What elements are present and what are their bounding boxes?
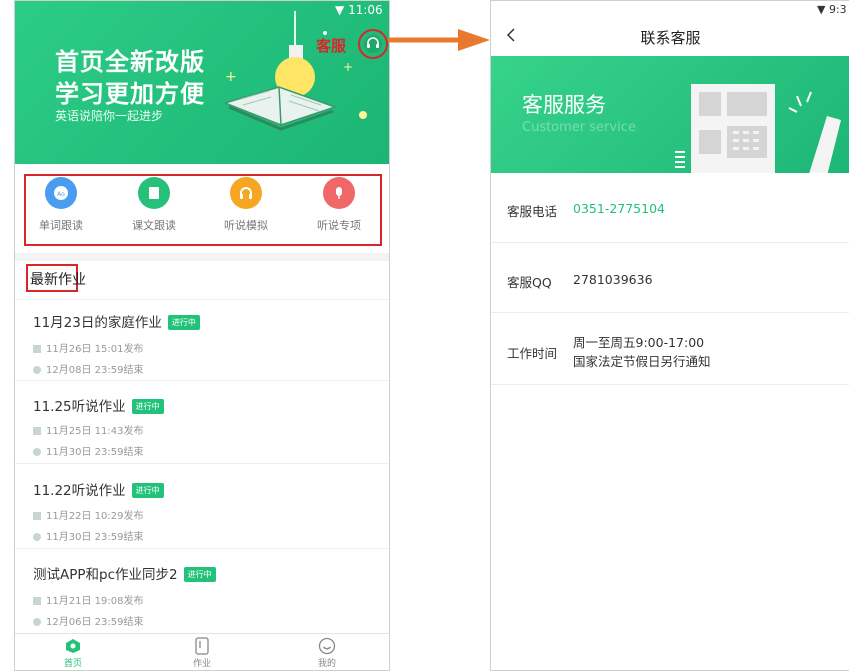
status-badge: 进行中: [183, 567, 216, 582]
publish-time: 11月22日 10:29发布: [46, 511, 144, 522]
comparison-stage: ▼ 11:06 首页全新改版 学习更加方便 英语说陪你一起进步 + + 客服 A…: [0, 0, 849, 671]
quick-action-label: 课文跟读: [132, 219, 176, 232]
quick-action-label: 听说专项: [317, 219, 361, 232]
section-title: 最新作业: [30, 272, 86, 288]
deadline-time: 12月08日 23:59结束: [46, 365, 144, 376]
calendar-icon: [33, 512, 41, 520]
calendar-icon: [33, 597, 41, 605]
clock-icon: [33, 448, 41, 456]
row-label: 工作时间: [507, 346, 558, 361]
headphones-icon: [230, 177, 262, 209]
quick-action-text-reading[interactable]: 课文跟读: [124, 177, 184, 233]
homework-icon: [195, 637, 209, 655]
divider: [15, 463, 389, 464]
wifi-icon: ▼: [817, 3, 826, 16]
tab-label: 作业: [192, 659, 211, 669]
customer-service-annotation: 客服: [316, 37, 347, 55]
deadline-line: 12月08日 23:59结束: [33, 361, 143, 376]
qq-row[interactable]: 客服QQ 2781039636: [491, 243, 849, 313]
book-icon: [138, 177, 170, 209]
tab-label: 我的: [317, 659, 336, 669]
status-badge: 进行中: [131, 399, 164, 414]
deadline-line: 11月30日 23:59结束: [33, 443, 143, 458]
home-icon: [66, 639, 80, 653]
bottom-tab-bar: 首页 作业 我的: [15, 633, 389, 670]
tab-label: 首页: [63, 659, 82, 669]
homework-item[interactable]: 11.22听说作业 进行中: [33, 479, 164, 499]
quick-action-label: 单词跟读: [39, 219, 83, 232]
clock-icon: [33, 533, 41, 541]
deadline-time: 11月30日 23:59结束: [46, 447, 144, 458]
status-bar-right: ▼ 9:3: [817, 3, 847, 16]
homework-title: 11.25听说作业: [33, 399, 126, 415]
tab-profile[interactable]: 我的: [302, 636, 352, 669]
phone-row[interactable]: 客服电话 0351-2775104: [491, 173, 849, 243]
home-screen: ▼ 11:06 首页全新改版 学习更加方便 英语说陪你一起进步 + + 客服 A…: [14, 0, 390, 671]
contact-service-screen: ▼ 9:3 联系客服 客服服务 Customer service 客服电话 03…: [490, 0, 849, 671]
divider: [15, 548, 389, 549]
deadline-time: 11月30日 23:59结束: [46, 532, 144, 543]
hours-line2: 国家法定节假日另行通知: [573, 354, 711, 369]
qq-number[interactable]: 2781039636: [573, 272, 653, 287]
divider: [15, 380, 389, 381]
homework-title: 11.22听说作业: [33, 483, 126, 499]
deadline-line: 12月06日 23:59结束: [33, 613, 143, 628]
publish-time: 11月25日 11:43发布: [46, 426, 144, 437]
section-separator: [15, 253, 389, 261]
nav-header: ▼ 9:3 联系客服: [491, 1, 849, 56]
publish-time: 11月21日 19:08发布: [46, 596, 144, 607]
publish-time: 11月26日 15:01发布: [46, 344, 144, 355]
hero-title-line1: 首页全新改版: [55, 48, 205, 76]
tab-home[interactable]: 首页: [48, 636, 98, 669]
homework-item[interactable]: 11月23日的家庭作业 进行中: [33, 311, 200, 331]
publish-line: 11月25日 11:43发布: [33, 422, 143, 437]
homework-title: 11月23日的家庭作业: [33, 315, 162, 331]
svg-text:+: +: [343, 60, 353, 74]
phone-number[interactable]: 0351-2775104: [573, 201, 665, 216]
hours-line1: 周一至周五9:00-17:00: [573, 335, 705, 350]
phone-illustration: [675, 84, 841, 173]
abc-icon: Ao: [45, 177, 77, 209]
publish-line: 11月26日 15:01发布: [33, 340, 143, 355]
calendar-icon: [33, 345, 41, 353]
transition-arrow: [388, 29, 490, 51]
homework-item[interactable]: 11.25听说作业 进行中: [33, 395, 164, 415]
page-title: 联系客服: [640, 29, 701, 47]
hours-row: 工作时间 周一至周五9:00-17:00 国家法定节假日另行通知: [491, 313, 849, 385]
quick-action-word-reading[interactable]: Ao 单词跟读: [31, 177, 91, 233]
divider: [15, 299, 389, 300]
row-label: 客服QQ: [507, 275, 552, 290]
status-badge: 进行中: [131, 483, 164, 498]
hero-subtitle: 英语说陪你一起进步: [55, 109, 164, 123]
quick-action-listening-special[interactable]: 听说专项: [309, 177, 369, 233]
status-badge: 进行中: [167, 315, 200, 330]
homework-item[interactable]: 测试APP和pc作业同步2 进行中: [33, 563, 216, 583]
banner-subtitle: Customer service: [522, 120, 636, 135]
banner-title: 客服服务: [522, 93, 606, 117]
calendar-icon: [33, 427, 41, 435]
clock-icon: [33, 618, 41, 626]
svg-text:+: +: [225, 69, 237, 85]
microphone-icon: [323, 177, 355, 209]
status-time: 9:3: [828, 3, 847, 16]
quick-action-listening-mock[interactable]: 听说模拟: [216, 177, 276, 233]
publish-line: 11月21日 19:08发布: [33, 592, 143, 607]
service-banner: 客服服务 Customer service: [491, 56, 849, 173]
hero-title-line2: 学习更加方便: [55, 80, 205, 108]
smiley-icon: [318, 637, 336, 655]
clock-icon: [33, 366, 41, 374]
tab-homework[interactable]: 作业: [177, 636, 227, 669]
hero-banner: ▼ 11:06 首页全新改版 学习更加方便 英语说陪你一起进步 + +: [15, 1, 389, 164]
svg-text:Ao: Ao: [57, 191, 65, 198]
homework-title: 测试APP和pc作业同步2: [33, 567, 178, 583]
customer-service-button[interactable]: [358, 29, 388, 59]
row-label: 客服电话: [507, 204, 558, 219]
quick-action-label: 听说模拟: [224, 219, 268, 232]
publish-line: 11月22日 10:29发布: [33, 507, 143, 522]
deadline-time: 12月06日 23:59结束: [46, 617, 144, 628]
deadline-line: 11月30日 23:59结束: [33, 528, 143, 543]
headset-icon: [364, 35, 382, 53]
